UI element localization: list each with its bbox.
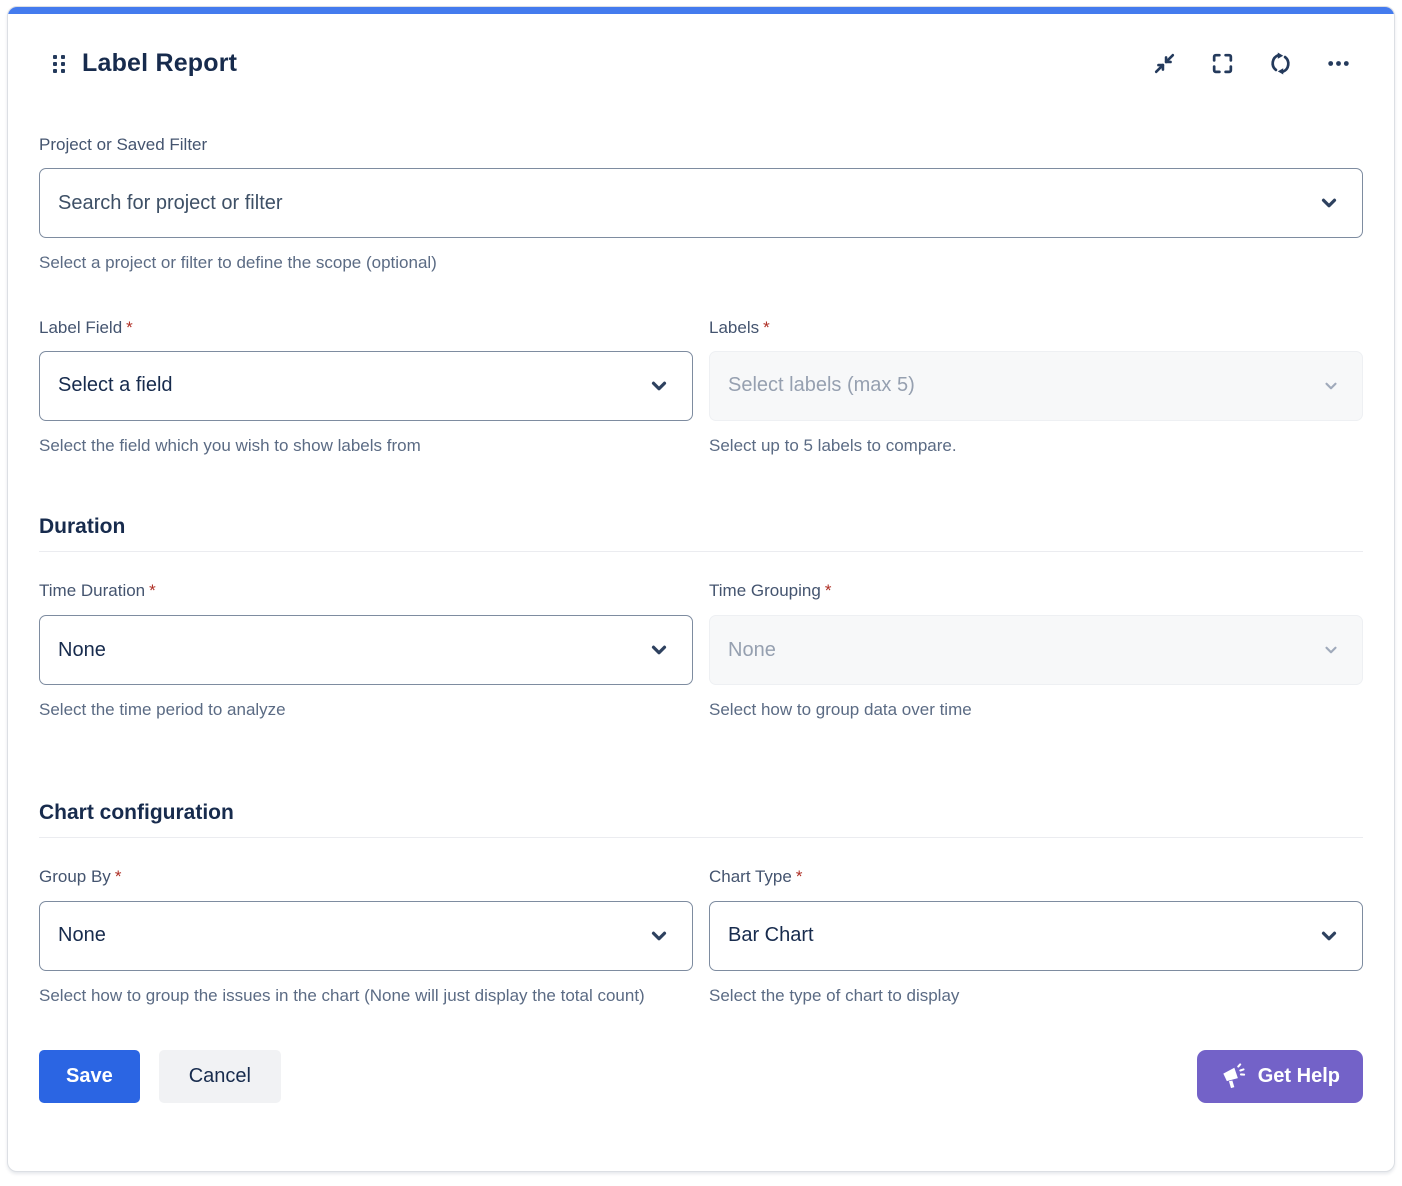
field-labels: Labels* Select labels (max 5) Select up … <box>709 318 1363 459</box>
group-by-label: Group By* <box>39 867 693 887</box>
time-duration-helper: Select the time period to analyze <box>39 698 693 723</box>
required-asterisk: * <box>115 867 122 886</box>
footer-actions: Save Cancel Get Help <box>39 1050 1363 1103</box>
time-grouping-helper: Select how to group data over time <box>709 698 1363 723</box>
chevron-down-icon <box>1318 925 1340 947</box>
more-options-icon[interactable] <box>1326 51 1351 76</box>
label-report-gadget: Label Report <box>7 6 1395 1172</box>
gadget-header: Label Report <box>39 49 1363 78</box>
project-filter-select[interactable]: Search for project or filter <box>39 168 1363 238</box>
get-help-button[interactable]: Get Help <box>1197 1050 1363 1103</box>
label-field-select[interactable]: Select a field <box>39 351 693 421</box>
required-asterisk: * <box>763 318 770 337</box>
gadget-title: Label Report <box>82 49 237 78</box>
chevron-down-icon <box>1318 192 1340 214</box>
time-duration-label: Time Duration* <box>39 581 693 601</box>
field-project-filter: Project or Saved Filter Search for proje… <box>39 135 1363 276</box>
group-by-select-value: None <box>58 924 106 947</box>
time-duration-select[interactable]: None <box>39 615 693 685</box>
required-asterisk: * <box>825 581 832 600</box>
refresh-icon[interactable] <box>1268 51 1293 76</box>
label-field-helper: Select the field which you wish to show … <box>39 434 693 459</box>
chevron-down-icon <box>648 639 670 661</box>
chevron-down-icon <box>648 925 670 947</box>
field-group-by: Group By* None Select how to group the i… <box>39 867 693 1009</box>
section-divider <box>39 551 1363 552</box>
chart-type-helper: Select the type of chart to display <box>709 984 1363 1009</box>
field-label-field: Label Field* Select a field Select the f… <box>39 318 693 459</box>
labels-select-placeholder: Select labels (max 5) <box>728 374 915 397</box>
required-asterisk: * <box>796 867 803 886</box>
chart-type-label: Chart Type* <box>709 867 1363 887</box>
field-chart-type: Chart Type* Bar Chart Select the type of… <box>709 867 1363 1009</box>
gadget-accent-bar <box>8 7 1394 14</box>
drag-handle-icon[interactable] <box>53 55 65 73</box>
label-field-select-value: Select a field <box>58 374 173 397</box>
time-grouping-select-value: None <box>728 639 776 662</box>
field-time-grouping: Time Grouping* None Select how to group … <box>709 581 1363 723</box>
labels-helper: Select up to 5 labels to compare. <box>709 434 1363 459</box>
project-filter-label: Project or Saved Filter <box>39 135 1363 155</box>
chevron-down-icon <box>1322 641 1340 659</box>
section-heading-chart-configuration: Chart configuration <box>39 801 1363 825</box>
time-grouping-label: Time Grouping* <box>709 581 1363 601</box>
fullscreen-icon[interactable] <box>1210 51 1235 76</box>
project-filter-select-value: Search for project or filter <box>58 192 283 215</box>
required-asterisk: * <box>149 581 156 600</box>
required-asterisk: * <box>126 318 133 337</box>
field-time-duration: Time Duration* None Select the time peri… <box>39 581 693 723</box>
time-duration-select-value: None <box>58 639 106 662</box>
labels-select: Select labels (max 5) <box>709 351 1363 421</box>
chart-type-select-value: Bar Chart <box>728 924 814 947</box>
project-filter-helper: Select a project or filter to define the… <box>39 251 1363 276</box>
collapse-icon[interactable] <box>1152 51 1177 76</box>
chevron-down-icon <box>648 375 670 397</box>
chart-type-select[interactable]: Bar Chart <box>709 901 1363 971</box>
group-by-select[interactable]: None <box>39 901 693 971</box>
labels-label: Labels* <box>709 318 1363 338</box>
save-button[interactable]: Save <box>39 1050 140 1103</box>
group-by-helper: Select how to group the issues in the ch… <box>39 984 693 1009</box>
section-divider <box>39 837 1363 838</box>
get-help-label: Get Help <box>1258 1065 1340 1088</box>
chevron-down-icon <box>1322 377 1340 395</box>
section-heading-duration: Duration <box>39 515 1363 539</box>
label-field-label: Label Field* <box>39 318 693 338</box>
cancel-button[interactable]: Cancel <box>159 1050 281 1103</box>
megaphone-icon <box>1220 1063 1247 1090</box>
time-grouping-select: None <box>709 615 1363 685</box>
